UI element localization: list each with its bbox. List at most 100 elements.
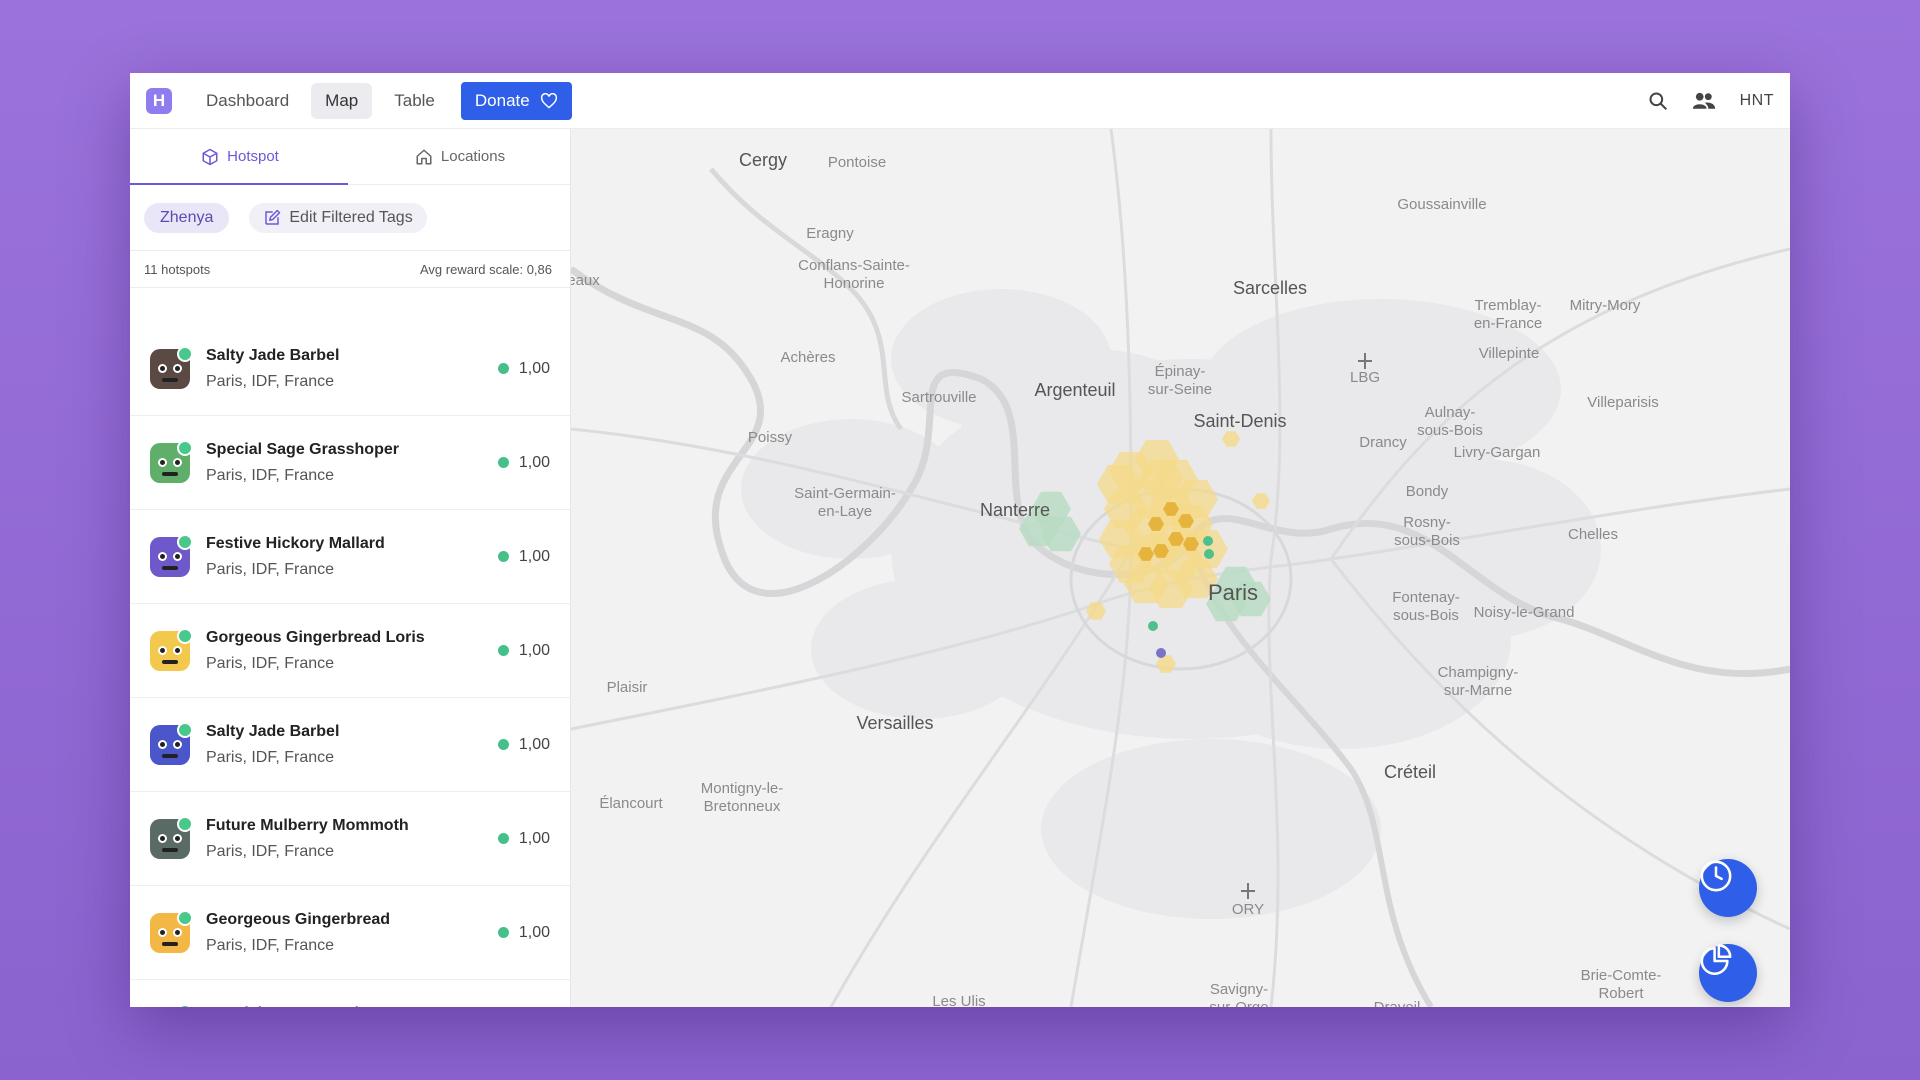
app-logo[interactable]: H — [146, 87, 172, 114]
map-place-label: Achères — [780, 349, 836, 366]
hotspot-avatar-icon — [150, 1003, 193, 1007]
urban-area — [811, 579, 1031, 719]
hotspot-row[interactable]: Special Sage GrasshopperParis, IDF, Fran… — [130, 980, 570, 1007]
hotspot-text: Georgeous Gingerbread Paris, IDF, France — [206, 911, 498, 955]
hotspot-marker — [1203, 536, 1213, 546]
stats-button[interactable] — [1699, 944, 1757, 1002]
top-right-actions: HNT — [1648, 91, 1774, 111]
map-place-label: Les Ulis — [932, 993, 986, 1007]
map-canvas — [571, 129, 1790, 1007]
app-window: H Dashboard Map Table Donate HNT Hotspot… — [130, 73, 1790, 1007]
hotspot-avatar-icon — [150, 721, 193, 765]
hotspot-avatar-icon — [150, 345, 193, 389]
map-place-label: Versailles — [856, 713, 934, 733]
hotspot-text: Future Mulberry Mommoth Paris, IDF, Franc… — [206, 817, 498, 861]
search-icon[interactable] — [1648, 91, 1668, 111]
hotspot-name: Georgeous Gingerbread — [206, 910, 391, 928]
hotspot-marker — [1148, 621, 1158, 631]
hotspot-list: Salty Jade Barbel Paris, IDF, France 1,00 S… — [130, 322, 570, 1007]
hotspot-text: Festive Hickory Mallard Paris, IDF, Franc… — [206, 535, 498, 579]
avg-reward-scale: Avg reward scale: 0,86 — [420, 261, 552, 277]
map-place-label: Montigny-le- Bretonneux — [700, 780, 784, 815]
online-dot-icon — [177, 815, 193, 832]
reward-scale: 1,00 — [518, 923, 550, 941]
avatar-mouth — [162, 471, 178, 476]
reward-scale: 1,00 — [518, 453, 550, 471]
list-summary: 11 hotspots Avg reward scale: 0,86 — [130, 251, 570, 288]
tab-hotspot[interactable]: Hotspot — [130, 129, 350, 184]
online-dot-icon — [177, 345, 193, 362]
filter-tags: Zhenya Edit Filtered Tags — [130, 185, 570, 251]
hotspot-score: 1,00 — [497, 548, 550, 566]
hotspot-row[interactable]: Salty Jade Barbel Paris, IDF, France 1,00 — [130, 322, 570, 416]
map-place-label: Sarcelles — [1232, 278, 1308, 298]
hotspot-name: Special Sage Grasshopper — [206, 1005, 498, 1008]
nav-dashboard[interactable]: Dashboard — [192, 83, 303, 119]
status-dot-icon — [497, 551, 509, 562]
avatar-mouth — [162, 847, 178, 852]
tag-chip[interactable]: Zhenya — [144, 202, 230, 233]
clock-icon — [1700, 860, 1732, 892]
hotspot-score: 1,00 — [497, 453, 550, 472]
map-place-label: Nanterre — [979, 500, 1051, 520]
map-place-label: Saint-Germain- en-Laye — [794, 485, 896, 520]
hotspot-location: Paris, IDF, France — [206, 654, 335, 672]
top-nav: H Dashboard Map Table Donate HNT — [130, 73, 1790, 129]
history-button[interactable] — [1699, 859, 1757, 917]
map-place-label: Livry-Gargan — [1453, 444, 1541, 461]
avatar-eye — [173, 833, 182, 843]
currency-selector[interactable]: HNT — [1740, 92, 1774, 110]
map-view[interactable]: Cergy Pontoise Goussainville Eragny Conflans… — [571, 129, 1790, 1007]
map-place-label: Plaisir — [606, 679, 648, 696]
hotspot-row[interactable]: Gorgeous Gingerbread Loris Paris, IDF, Fr… — [130, 604, 570, 698]
avatar-eye — [158, 645, 167, 655]
map-place-label: Brie-Comte- Robert — [1580, 967, 1662, 1002]
map-place-label: reaux — [571, 272, 600, 289]
cube-icon — [202, 148, 218, 165]
map-place-label: Créteil — [1383, 762, 1437, 782]
hotspot-avatar-icon — [150, 533, 193, 577]
edit-icon — [265, 209, 281, 225]
map-place-label: Pontoise — [827, 154, 887, 171]
map-place-label: Cergy — [738, 150, 788, 170]
hotspot-name: Festive Hickory Mallard — [206, 534, 385, 552]
map-place-label: Mitry-Mory — [1569, 297, 1641, 314]
donate-button[interactable]: Donate — [460, 81, 572, 120]
hotspot-name: Future Mulberry Mommoth — [206, 816, 409, 834]
hotspot-marker — [1204, 549, 1214, 559]
hotspot-row[interactable]: Georgeous Gingerbread Paris, IDF, France 1… — [130, 886, 570, 980]
edit-tags-button[interactable]: Edit Filtered Tags — [249, 202, 427, 233]
map-place-label: Aulnay- sous-Bois — [1417, 404, 1483, 439]
avatar-eye — [173, 457, 182, 467]
status-dot-icon — [497, 927, 509, 938]
map-place-label: Villepinte — [1478, 345, 1540, 362]
map-place-label: Eragny — [806, 225, 854, 242]
avatar-eye — [173, 645, 182, 655]
map-place-label: Argenteuil — [1034, 380, 1116, 400]
avatar-eye — [158, 927, 167, 937]
hotspot-avatar-icon — [150, 627, 193, 671]
sidebar-tabs: Hotspot Locations — [130, 129, 570, 185]
hotspot-avatar-icon — [150, 439, 193, 483]
hotspot-text: Gorgeous Gingerbread Loris Paris, IDF, Fr… — [206, 629, 498, 673]
nav-map[interactable]: Map — [311, 82, 373, 119]
map-place-label: Villeparisis — [1587, 394, 1659, 411]
map-place-label: Tremblay- en-France — [1473, 297, 1543, 332]
sidebar: Hotspot Locations Zhenya Edit Filtered T… — [130, 129, 571, 1007]
hotspot-row[interactable]: Festive Hickory Mallard Paris, IDF, Franc… — [130, 510, 570, 604]
online-dot-icon — [177, 1003, 193, 1007]
reward-scale: 1,00 — [518, 829, 550, 847]
nav-table[interactable]: Table — [380, 83, 449, 119]
edit-tags-label: Edit Filtered Tags — [289, 208, 413, 226]
hotspot-row[interactable]: Special Sage Grasshoper Paris, IDF, Franc… — [130, 416, 570, 510]
avatar-mouth — [162, 565, 178, 570]
donate-label: Donate — [474, 90, 530, 110]
hotspot-name: Salty Jade Barbel — [206, 722, 340, 740]
reward-scale: 1,00 — [518, 735, 550, 753]
users-icon[interactable] — [1692, 91, 1716, 111]
hotspot-row[interactable]: Salty Jade Barbel Paris, IDF, France 1,00 — [130, 698, 570, 792]
avatar-eye — [158, 363, 167, 373]
tab-locations[interactable]: Locations — [350, 129, 570, 184]
hotspot-row[interactable]: Future Mulberry Mommoth Paris, IDF, Franc… — [130, 792, 570, 886]
reward-scale: 1,00 — [518, 641, 550, 659]
